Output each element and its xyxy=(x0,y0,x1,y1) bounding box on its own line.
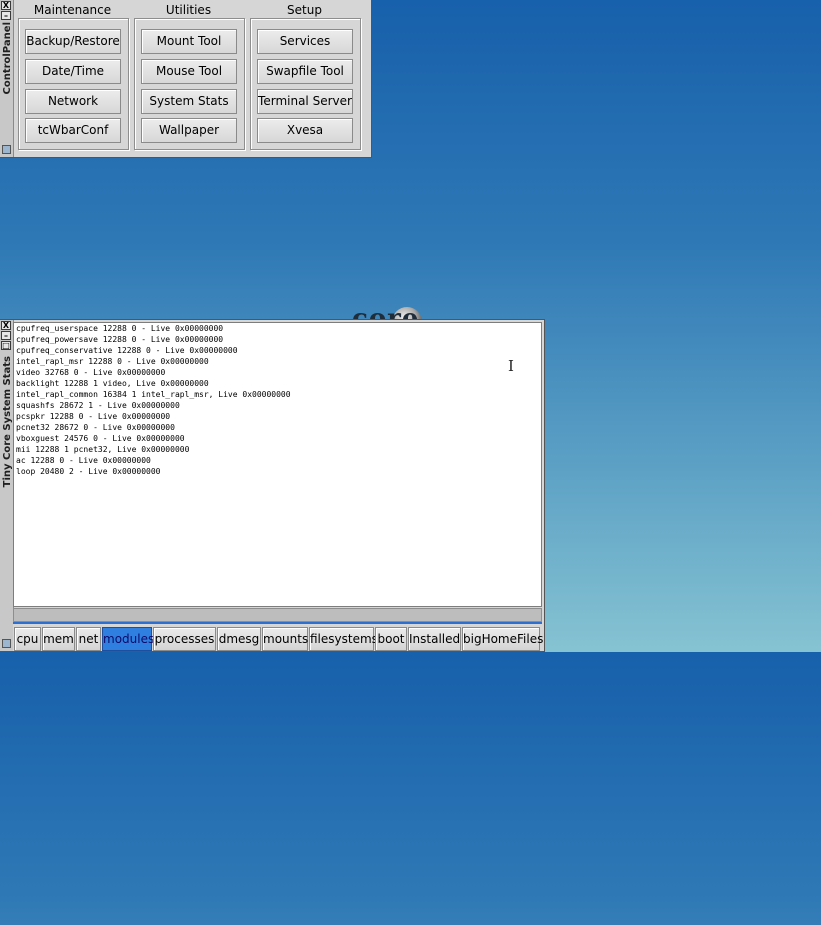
tab-net[interactable]: net xyxy=(76,627,101,651)
network-button[interactable]: Network xyxy=(25,89,121,114)
tcwbarconf-button[interactable]: tcWbarConf xyxy=(25,118,121,143)
output-line: cpufreq_powersave 12288 0 - Live 0x00000… xyxy=(16,335,224,344)
setup-group: Services Swapfile Tool Terminal Server X… xyxy=(250,18,361,150)
mouse-tool-button[interactable]: Mouse Tool xyxy=(141,59,237,84)
tab-cpu[interactable]: cpu xyxy=(14,627,41,651)
output-line: pcspkr 12288 0 - Live 0x00000000 xyxy=(16,412,171,421)
output-line: ac 12288 0 - Live 0x00000000 xyxy=(16,456,151,465)
control-panel-titlebar[interactable]: X – ControlPanel xyxy=(0,0,14,157)
tab-boot[interactable]: boot xyxy=(375,627,407,651)
maintenance-column: Maintenance Backup/Restore Date/Time Net… xyxy=(16,0,129,150)
mount-tool-button[interactable]: Mount Tool xyxy=(141,29,237,54)
setup-column: Setup Services Swapfile Tool Terminal Se… xyxy=(248,0,361,150)
output-text-area[interactable]: cpufreq_userspace 12288 0 - Live 0x00000… xyxy=(13,322,542,607)
tab-installed[interactable]: Installed xyxy=(408,627,461,651)
system-stats-window: X – □ Tiny Core System Stats cpufreq_use… xyxy=(0,319,545,652)
minimize-icon[interactable]: – xyxy=(1,11,11,20)
output-line: vboxguest 24576 0 - Live 0x00000000 xyxy=(16,434,185,443)
window-menu-icon[interactable] xyxy=(2,145,11,154)
tab-modules[interactable]: modules xyxy=(102,627,154,651)
date-time-button[interactable]: Date/Time xyxy=(25,59,121,84)
tab-dmesg[interactable]: dmesg xyxy=(217,627,261,651)
column-header-setup: Setup xyxy=(287,3,322,17)
maintenance-group: Backup/Restore Date/Time Network tcWbarC… xyxy=(18,18,129,150)
output-line: intel_rapl_msr 12288 0 - Live 0x00000000 xyxy=(16,357,209,366)
output-line: pcnet32 28672 0 - Live 0x00000000 xyxy=(16,423,175,432)
output-line: loop 20480 2 - Live 0x00000000 xyxy=(16,467,161,476)
output-line: intel_rapl_common 16384 1 intel_rapl_msr… xyxy=(16,390,291,399)
stats-content: cpufreq_userspace 12288 0 - Live 0x00000… xyxy=(13,322,543,925)
utilities-group: Mount Tool Mouse Tool System Stats Wallp… xyxy=(134,18,245,150)
backup-restore-button[interactable]: Backup/Restore xyxy=(25,29,121,54)
output-line: squashfs 28672 1 - Live 0x00000000 xyxy=(16,401,180,410)
column-header-utilities: Utilities xyxy=(165,3,212,17)
text-cursor-icon: I xyxy=(508,357,514,375)
window-title: Tiny Core System Stats xyxy=(2,356,13,488)
output-line: cpufreq_userspace 12288 0 - Live 0x00000… xyxy=(16,324,224,333)
services-button[interactable]: Services xyxy=(257,29,353,54)
utilities-column: Utilities Mount Tool Mouse Tool System S… xyxy=(132,0,245,150)
tab-processes[interactable]: processes xyxy=(153,627,216,651)
output-line: cpufreq_conservative 12288 0 - Live 0x00… xyxy=(16,346,238,355)
output-line: video 32768 0 - Live 0x00000000 xyxy=(16,368,166,377)
close-icon[interactable]: X xyxy=(1,321,11,330)
tab-filesystems[interactable]: filesystems xyxy=(309,627,378,651)
terminal-server-button[interactable]: Terminal Server xyxy=(257,89,353,114)
system-stats-titlebar[interactable]: X – □ Tiny Core System Stats xyxy=(0,320,14,651)
system-stats-button[interactable]: System Stats xyxy=(141,89,237,114)
stats-tab-bar: cpu mem net modules processes dmesg moun… xyxy=(13,622,543,651)
wallpaper-button[interactable]: Wallpaper xyxy=(141,118,237,143)
tab-bighomefiles[interactable]: bigHomeFiles xyxy=(462,627,543,651)
close-icon[interactable]: X xyxy=(1,1,11,10)
control-panel-window: X – ControlPanel Maintenance Backup/Rest… xyxy=(0,0,372,158)
horizontal-scrollbar[interactable] xyxy=(13,608,542,622)
output-line: backlight 12288 1 video, Live 0x00000000 xyxy=(16,379,209,388)
window-title: ControlPanel xyxy=(2,22,13,95)
xvesa-button[interactable]: Xvesa xyxy=(257,118,353,143)
minimize-icon[interactable]: – xyxy=(1,331,11,340)
column-header-maintenance: Maintenance xyxy=(33,3,112,17)
tab-mem[interactable]: mem xyxy=(42,627,75,651)
maximize-icon[interactable]: □ xyxy=(1,341,11,350)
window-menu-icon[interactable] xyxy=(2,639,11,648)
output-line: mii 12288 1 pcnet32, Live 0x00000000 xyxy=(16,445,190,454)
tab-mounts[interactable]: mounts xyxy=(262,627,308,651)
swapfile-tool-button[interactable]: Swapfile Tool xyxy=(257,59,353,84)
